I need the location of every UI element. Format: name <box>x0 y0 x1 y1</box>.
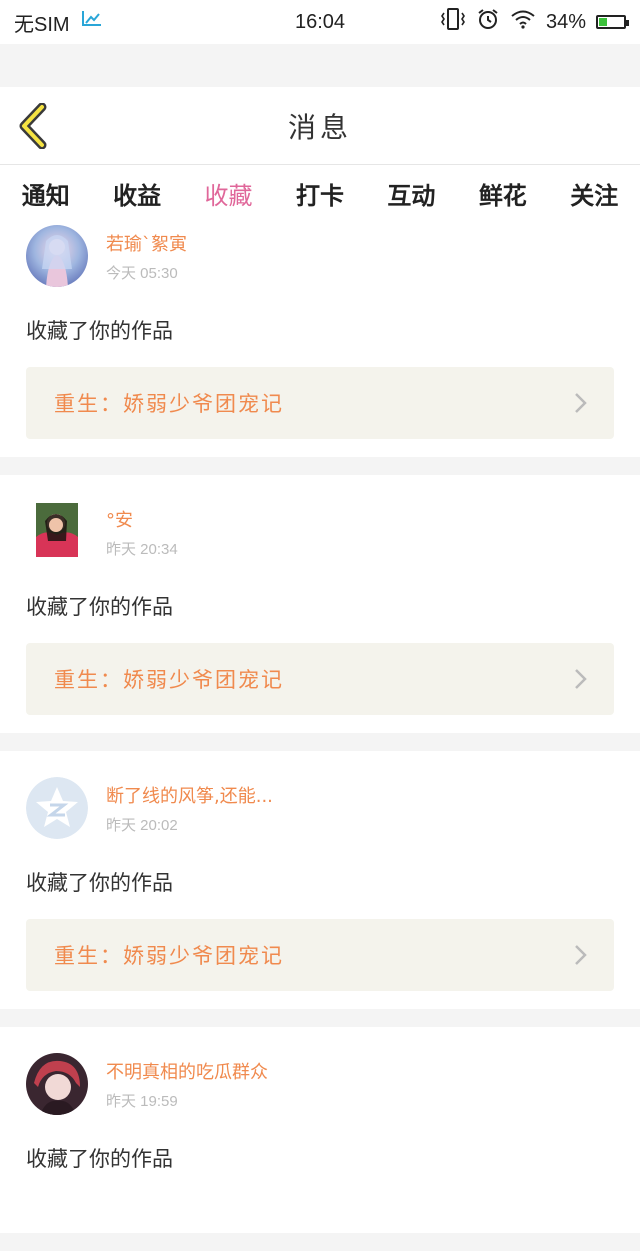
page-title: 消息 <box>287 110 352 144</box>
screenshot-icon <box>80 9 104 35</box>
work-title: 重生：娇弱少爷团宠记 <box>54 668 284 692</box>
avatar[interactable] <box>26 777 88 839</box>
tab-notifications[interactable]: 通知 <box>18 176 74 211</box>
timestamp: 昨天 20:02 <box>106 816 178 834</box>
avatar[interactable] <box>26 1053 88 1115</box>
work-title: 重生：娇弱少爷团宠记 <box>54 392 284 416</box>
anime-boy-avatar-icon <box>26 1053 88 1115</box>
tab-following[interactable]: 关注 <box>566 176 622 211</box>
vibrate-icon <box>440 8 466 36</box>
avatar[interactable] <box>26 225 88 287</box>
nav-bar: 消息 <box>0 87 640 165</box>
wifi-icon <box>510 9 536 35</box>
work-link[interactable]: 重生：娇弱少爷团宠记 <box>26 643 614 715</box>
username[interactable]: °安 <box>106 506 178 532</box>
status-bar: 无SIM 16:04 34% <box>0 0 640 44</box>
chevron-left-icon <box>19 102 47 150</box>
avatar[interactable] <box>26 501 88 563</box>
action-text: 收藏了你的作品 <box>26 1147 173 1171</box>
timestamp: 昨天 20:34 <box>106 540 178 558</box>
username[interactable]: 断了线的风筝,还能... <box>106 782 273 808</box>
action-text: 收藏了你的作品 <box>26 319 173 343</box>
back-button[interactable] <box>14 102 58 150</box>
work-title: 重生：娇弱少爷团宠记 <box>54 944 284 968</box>
list-item: 断了线的风筝,还能... 昨天 20:02 收藏了你的作品 重生：娇弱少爷团宠记 <box>0 751 640 1009</box>
work-link[interactable]: 重生：娇弱少爷团宠记 <box>26 367 614 439</box>
action-text: 收藏了你的作品 <box>26 871 173 895</box>
qzone-default-avatar-icon <box>26 777 88 839</box>
chevron-right-icon <box>575 669 587 689</box>
tab-interactions[interactable]: 互动 <box>383 176 439 211</box>
work-link[interactable]: 重生：娇弱少爷团宠记 <box>26 919 614 991</box>
chevron-right-icon <box>575 945 587 965</box>
timestamp: 今天 05:30 <box>106 264 178 282</box>
battery-icon <box>596 15 629 29</box>
tab-favorites[interactable]: 收藏 <box>201 176 257 225</box>
timestamp: 昨天 19:59 <box>106 1092 178 1110</box>
chevron-right-icon <box>575 393 587 413</box>
username[interactable]: 若瑜`絮寅 <box>106 230 187 256</box>
username[interactable]: 不明真相的吃瓜群众 <box>106 1058 268 1084</box>
battery-percent: 34% <box>545 10 586 33</box>
action-text: 收藏了你的作品 <box>26 595 173 619</box>
anime-girl-avatar-icon <box>26 225 88 287</box>
carrier-label: 无SIM <box>14 13 70 36</box>
tab-flowers[interactable]: 鲜花 <box>475 176 531 211</box>
list-item: 若瑜`絮寅 今天 05:30 收藏了你的作品 重生：娇弱少爷团宠记 <box>0 221 640 457</box>
top-spacer <box>0 44 640 87</box>
list-item: 不明真相的吃瓜群众 昨天 19:59 收藏了你的作品 <box>0 1027 640 1233</box>
tab-bar: 通知 收益 收藏 打卡 互动 鲜花 关注 <box>0 165 640 225</box>
clock: 16:04 <box>294 10 346 33</box>
tab-checkin[interactable]: 打卡 <box>292 176 348 211</box>
list-item: °安 昨天 20:34 收藏了你的作品 重生：娇弱少爷团宠记 <box>0 475 640 733</box>
battery-level <box>599 18 608 26</box>
tab-earnings[interactable]: 收益 <box>109 176 165 211</box>
photo-avatar-icon <box>36 503 78 557</box>
alarm-icon <box>476 7 500 37</box>
message-feed: 若瑜`絮寅 今天 05:30 收藏了你的作品 重生：娇弱少爷团宠记 °安 昨天 … <box>0 221 640 1251</box>
